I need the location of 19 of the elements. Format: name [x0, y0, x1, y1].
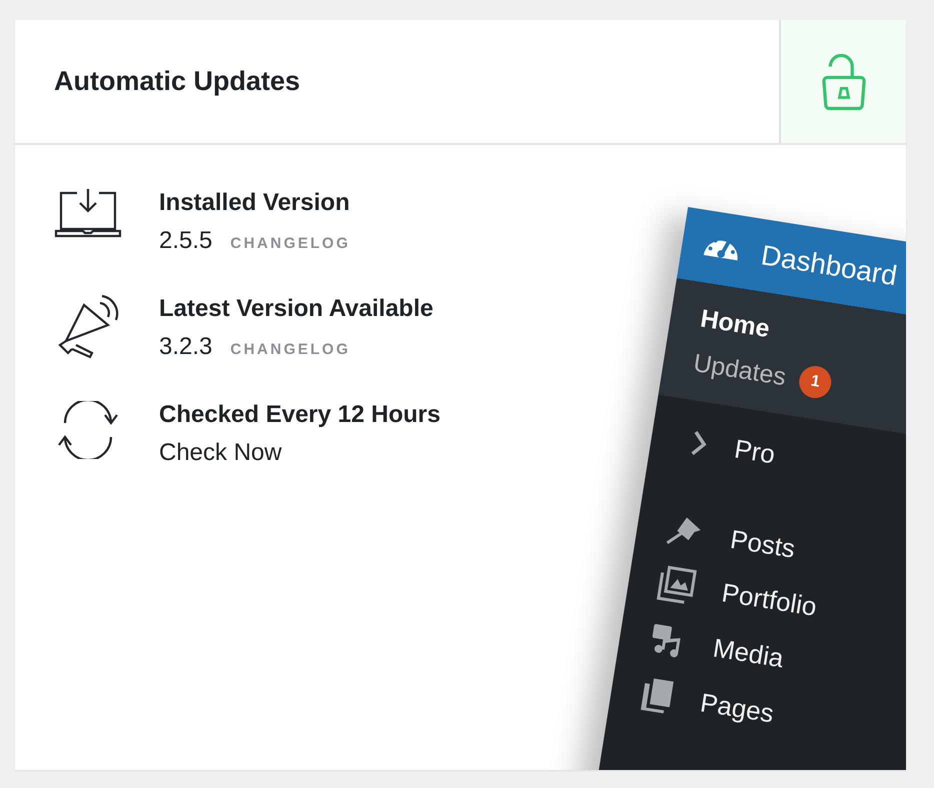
- menu-item[interactable]: Posts: [728, 523, 798, 564]
- menu-header-label: Dashboard: [758, 239, 900, 292]
- images-icon: [656, 564, 698, 606]
- row-title: Latest Version Available: [159, 295, 434, 323]
- row-title: Installed Version: [159, 189, 350, 217]
- laptop-download-icon: [53, 189, 123, 239]
- submenu-item[interactable]: Home: [698, 304, 772, 344]
- version-number: 3.2.3: [159, 333, 212, 361]
- chevron-icon: [689, 429, 710, 458]
- submenu-item[interactable]: Updates: [691, 348, 788, 392]
- menu-item[interactable]: Pages: [698, 686, 776, 729]
- card-title: Automatic Updates: [53, 65, 302, 98]
- count-badge: 1: [797, 364, 834, 400]
- check-now-link[interactable]: Check Now: [159, 439, 282, 467]
- row-title: Checked Every 12 Hours: [159, 401, 440, 429]
- menu-item[interactable]: Media: [711, 632, 786, 674]
- menu-item[interactable]: Pro: [732, 433, 778, 470]
- menu-item[interactable]: Portfolio: [720, 576, 819, 622]
- version-number: 2.5.5: [159, 227, 212, 255]
